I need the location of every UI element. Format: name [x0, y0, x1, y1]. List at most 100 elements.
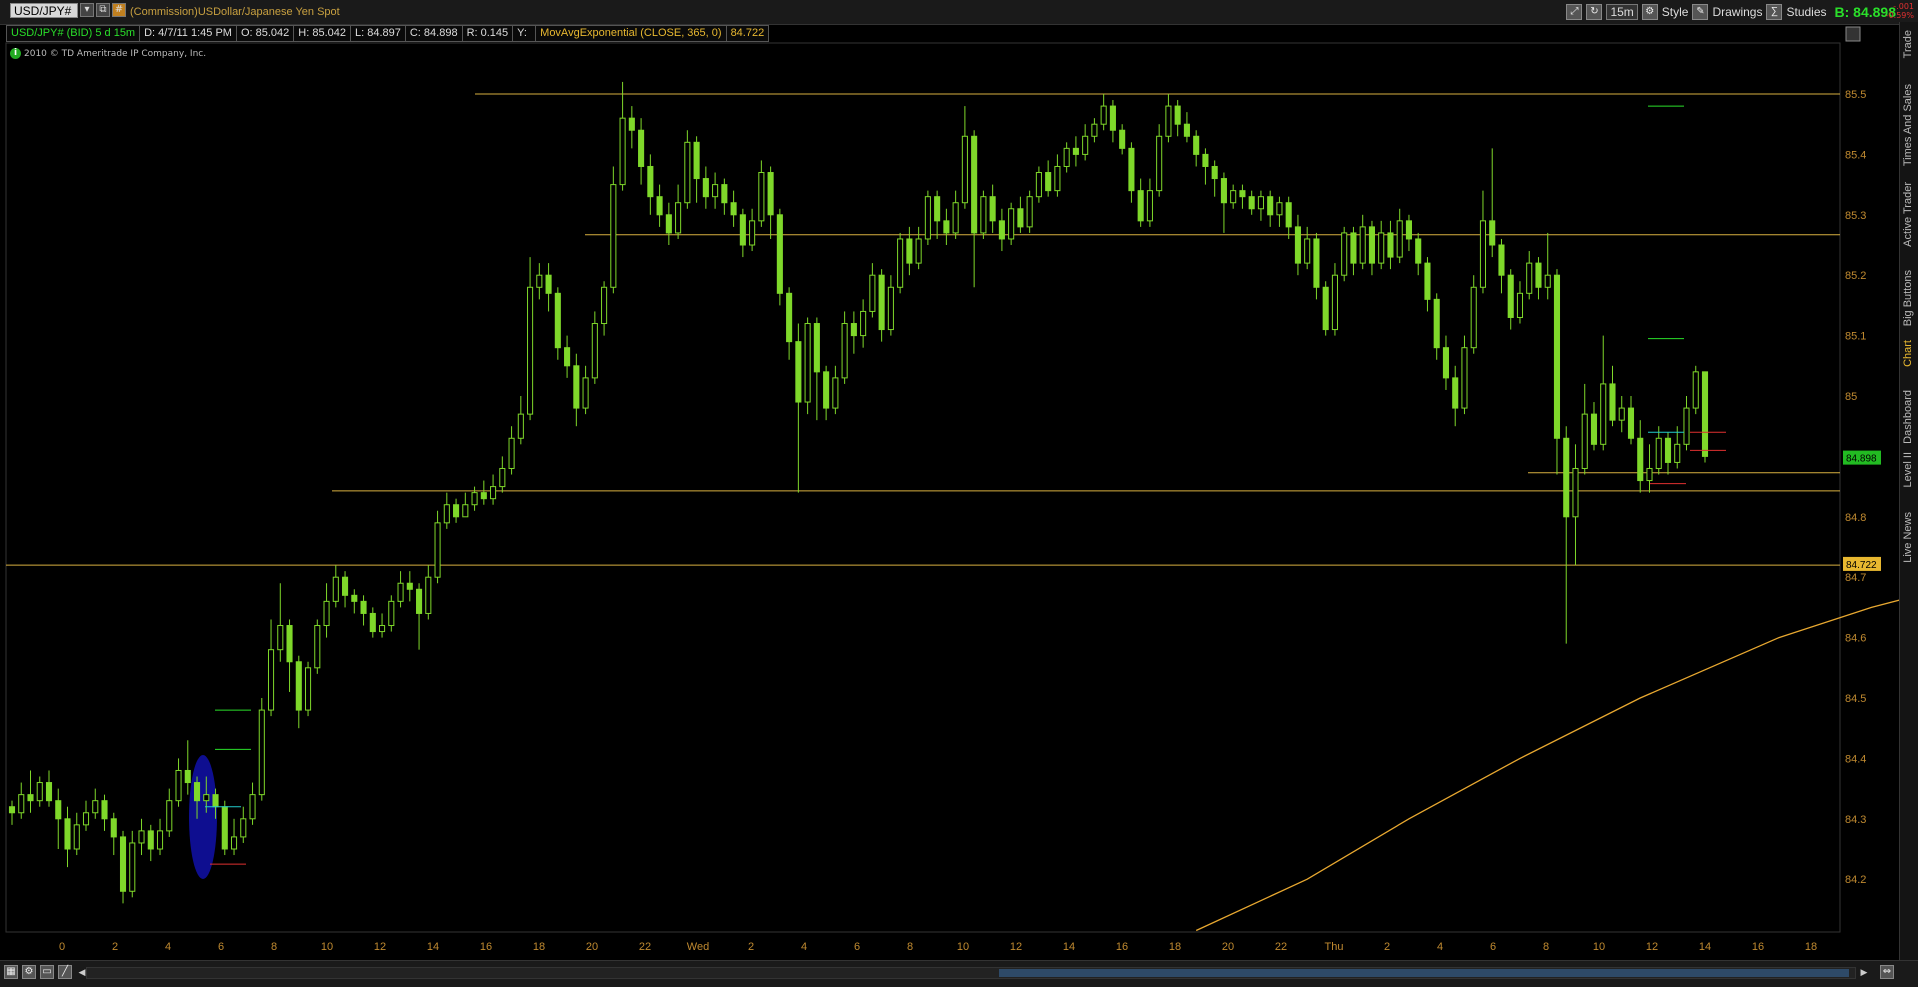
candle-body	[878, 274, 885, 331]
right-sidebar: Trade Times And Sales Active Trader Big But…	[1899, 22, 1918, 962]
candle-body	[1701, 371, 1709, 457]
draw-icon[interactable]: ╱	[58, 965, 72, 979]
x-tick-label: 6	[854, 941, 860, 953]
sidebar-tab-chart[interactable]: Chart	[1902, 340, 1914, 367]
candle-body	[1507, 274, 1514, 318]
candle-body	[758, 172, 765, 222]
candle-body	[110, 818, 117, 838]
candle-body	[8, 806, 16, 814]
price-chart[interactable]: 85.585.485.385.285.18584.984.884.784.684…	[0, 0, 1900, 960]
candle-body	[1119, 129, 1126, 149]
y-tick-label: 85	[1845, 391, 1857, 403]
candle-body	[101, 800, 108, 820]
candle-body	[850, 323, 857, 337]
candle-body	[1304, 238, 1311, 264]
candle-body	[82, 812, 90, 826]
candle-body	[1563, 437, 1570, 518]
candle-body	[73, 824, 80, 850]
candle-body	[952, 202, 959, 234]
x-tick-label: 14	[1699, 941, 1711, 953]
candle-body	[443, 504, 450, 524]
x-tick-label: 16	[480, 941, 492, 953]
x-tick-label: 4	[1437, 941, 1443, 953]
candle-body	[64, 818, 71, 850]
candle-body	[1692, 371, 1699, 409]
candle-body	[1655, 437, 1662, 469]
candle-body	[45, 782, 53, 802]
candle-body	[203, 794, 210, 802]
layout-icon[interactable]: ▭	[40, 965, 54, 979]
candle-body	[980, 196, 987, 234]
candle-body	[1637, 437, 1644, 482]
settings-icon[interactable]: ⚙	[22, 965, 36, 979]
candle-body	[1072, 147, 1079, 155]
candle-body	[406, 582, 413, 590]
candle-body	[379, 625, 386, 633]
candle-body	[739, 214, 746, 246]
candle-body	[1498, 244, 1505, 276]
sidebar-tab-dashboard[interactable]: Dashboard	[1902, 390, 1914, 444]
x-tick-label: 18	[1805, 941, 1817, 953]
y-tick-label: 84.5	[1845, 693, 1866, 705]
sidebar-tab-big-buttons[interactable]: Big Buttons	[1902, 270, 1914, 326]
candle-body	[1193, 135, 1200, 155]
candle-body	[92, 800, 99, 814]
x-tick-label: 10	[321, 941, 333, 953]
horizontal-scrollbar[interactable]	[86, 967, 1856, 979]
y-tick-label: 84.4	[1845, 753, 1866, 765]
candle-body	[388, 600, 395, 627]
candle-body	[434, 522, 441, 578]
candle-body	[490, 486, 497, 500]
scrollbar-thumb[interactable]	[999, 969, 1849, 977]
grid-icon[interactable]: ▦	[4, 965, 18, 979]
x-tick-label: 12	[374, 941, 386, 953]
candle-body	[351, 594, 358, 602]
sidebar-tab-live-news[interactable]: Live News	[1902, 512, 1914, 563]
candle-body	[675, 202, 682, 234]
candle-body	[1026, 196, 1033, 228]
sidebar-tab-times-and-sales[interactable]: Times And Sales	[1902, 84, 1914, 166]
candle-body	[1156, 135, 1163, 192]
candle-body	[786, 292, 793, 343]
candle-body	[860, 310, 867, 337]
candle-body	[36, 782, 43, 802]
candle-body	[286, 625, 293, 663]
candle-body	[342, 576, 349, 596]
x-tick-label: 6	[1490, 941, 1496, 953]
candle-body	[1378, 232, 1385, 264]
y-tick-label: 85.3	[1845, 210, 1866, 222]
y-tick-label: 84.3	[1845, 814, 1866, 826]
sidebar-tab-active-trader[interactable]: Active Trader	[1902, 182, 1914, 247]
y-tick-label: 84.2	[1845, 874, 1866, 886]
candle-body	[1600, 383, 1607, 445]
candle-body	[536, 274, 543, 288]
candle-body	[934, 196, 941, 222]
x-tick-label: 2	[748, 941, 754, 953]
zoom-icon[interactable]: ⇔	[1880, 965, 1894, 979]
candle-body	[230, 836, 238, 850]
y-tick-label: 84.7	[1845, 572, 1866, 584]
candle-body	[776, 214, 783, 294]
sidebar-tab-trade[interactable]: Trade	[1902, 30, 1914, 58]
x-tick-label: 16	[1752, 941, 1764, 953]
candle-body	[1183, 123, 1190, 137]
scroll-right-icon[interactable]: ▶	[1858, 967, 1870, 979]
candle-body	[267, 649, 275, 711]
x-tick-label: 22	[639, 941, 651, 953]
candle-body	[1618, 407, 1625, 421]
candle-body	[1035, 172, 1042, 198]
x-tick-label: 22	[1275, 941, 1287, 953]
candle-body	[638, 129, 645, 167]
candle-body	[1137, 190, 1144, 222]
candle-body	[119, 836, 127, 892]
x-tick-label: 8	[907, 941, 913, 953]
candle-body	[1627, 407, 1635, 439]
sidebar-tab-level-ii[interactable]: Level II	[1902, 452, 1914, 487]
candle-body	[1220, 178, 1227, 204]
candle-body	[1331, 274, 1338, 331]
candle-body	[184, 769, 191, 784]
candle-body	[1248, 196, 1255, 210]
candle-body	[961, 135, 968, 204]
candle-body	[601, 286, 608, 325]
candle-body	[1479, 220, 1487, 288]
